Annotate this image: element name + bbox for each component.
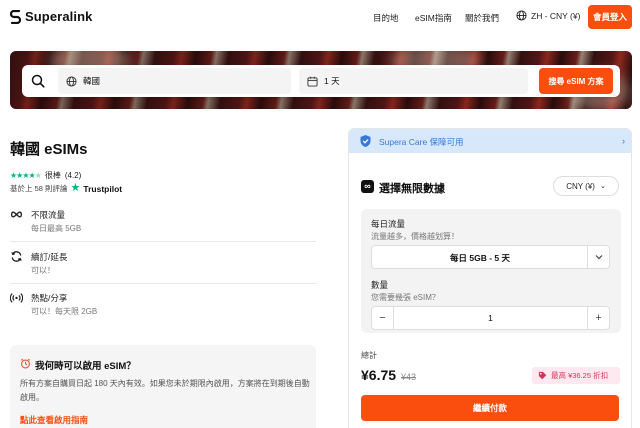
original-price: ¥43	[401, 372, 417, 382]
chevron-down-icon: ⌄	[599, 183, 606, 190]
purchase-panel: Supera Care 保障可用 › ∞ 選擇無限數據 CNY (¥) ⌄ 每日…	[348, 128, 632, 428]
nav-esim-guide[interactable]: eSIM指南	[415, 12, 452, 24]
rating-score: (4.2)	[64, 171, 82, 180]
feature-title: 熱點/分享	[31, 293, 68, 303]
page-title: 韓國 eSIMs	[10, 141, 88, 158]
care-text: Supera Care 保障可用	[379, 137, 464, 147]
quantity-value: 1	[488, 313, 493, 323]
feature-renewal: 續訂/延長 可以！	[10, 250, 316, 280]
divider	[10, 283, 316, 284]
logo-icon	[10, 9, 21, 24]
chevron-right-icon: ›	[622, 136, 625, 146]
daily-data-label: 每日流量	[371, 219, 406, 229]
daily-data-select[interactable]: 每日 5GB - 5 天	[371, 245, 610, 269]
locale-text: ZH - CNY (¥)	[531, 10, 581, 21]
quantity-label: 數量	[371, 280, 389, 290]
supera-care-banner[interactable]: Supera Care 保障可用 ›	[349, 129, 631, 153]
duration-input[interactable]: 1 天	[299, 68, 528, 94]
globe-icon	[66, 75, 77, 87]
feature-subtitle: 每日最高 5GB	[31, 224, 82, 233]
feature-subtitle: 可以！每天限 2GB	[31, 307, 98, 316]
increment-button[interactable]: +	[587, 307, 609, 329]
continue-payment-button[interactable]: 繼續付款	[361, 395, 619, 421]
tag-icon	[538, 371, 547, 380]
shield-check-icon	[360, 135, 371, 147]
rating-row: ★★★★★ 很棒 (4.2)	[10, 170, 81, 181]
search-bar: 韓國 1 天 搜尋 eSIM 方案	[22, 65, 620, 97]
faq-title: 我何時可以啟用 eSIM？	[35, 361, 136, 372]
destination-input[interactable]: 韓國	[58, 68, 291, 94]
globe-icon	[516, 10, 527, 21]
faq-card: 我何時可以啟用 eSIM？ 所有方案自購買日起 180 天內有效。如果您未於期限…	[10, 345, 316, 428]
decrement-button[interactable]: −	[372, 307, 394, 329]
top-header: Superalink 目的地 eSIM指南 關於我們 ZH - CNY (¥) …	[0, 0, 640, 36]
currency-selector[interactable]: CNY (¥) ⌄	[553, 176, 619, 196]
feature-hotspot: 熱點/分享 可以！每天限 2GB	[10, 291, 316, 321]
discount-text: 最高 ¥36.25 折扣	[551, 371, 609, 380]
search-button[interactable]: 搜尋 eSIM 方案	[539, 68, 613, 94]
reviews-row[interactable]: 基於上 58 則評論 ★ Trustpilot	[10, 183, 122, 194]
review-count: 基於上 58 則評論	[10, 184, 68, 193]
logo-text: Superalink	[25, 9, 93, 24]
trustpilot-star-icon: ★	[70, 182, 81, 194]
trustpilot-name: Trustpilot	[83, 183, 123, 194]
feature-subtitle: 可以！	[31, 266, 55, 275]
feature-title: 不限流量	[31, 210, 66, 220]
rating-text: 很棒	[44, 171, 61, 180]
nav-about-us[interactable]: 關於我們	[465, 12, 499, 24]
quantity-stepper: − 1 +	[371, 306, 610, 330]
calendar-icon	[307, 76, 318, 87]
feature-title: 續訂/延長	[31, 252, 68, 262]
alarm-clock-icon	[21, 358, 30, 369]
total-price: ¥6.75	[361, 367, 397, 383]
infinity-icon	[11, 211, 22, 218]
infinity-icon: ∞	[361, 180, 374, 193]
plan-title: 選擇無限數據	[379, 183, 445, 195]
divider	[10, 241, 316, 242]
chevron-down-icon	[587, 246, 609, 268]
faq-body: 所有方案自購買日起 180 天內有效。如果您未於期限內啟用，方案將在到期後自動啟…	[20, 379, 310, 402]
refresh-icon	[11, 251, 22, 262]
plan-options: 每日流量 流量越多，價格越划算！ 每日 5GB - 5 天 數量 您需要幾張 e…	[361, 209, 621, 333]
hotspot-icon	[10, 293, 23, 303]
feature-unlimited-data: 不限流量 每日最高 5GB	[10, 208, 316, 238]
activation-guide-link[interactable]: 點此查看啟用指南	[20, 414, 88, 426]
total-label: 總計	[361, 351, 377, 360]
locale-selector[interactable]: ZH - CNY (¥)	[516, 10, 580, 21]
rating-stars-icon: ★★★★★	[10, 171, 42, 180]
currency-value: CNY (¥)	[566, 181, 595, 191]
search-icon	[31, 74, 45, 88]
duration-value: 1 天	[324, 76, 340, 86]
nav-destinations[interactable]: 目的地	[373, 12, 399, 24]
daily-data-value: 每日 5GB - 5 天	[450, 253, 510, 263]
daily-data-hint: 流量越多，價格越划算！	[371, 232, 459, 241]
quantity-hint: 您需要幾張 eSIM？	[371, 293, 440, 302]
discount-badge: 最高 ¥36.25 折扣	[532, 367, 620, 384]
login-button[interactable]: 會員登入	[588, 5, 632, 29]
destination-value: 韓國	[83, 76, 101, 86]
logo[interactable]: Superalink	[10, 9, 92, 24]
